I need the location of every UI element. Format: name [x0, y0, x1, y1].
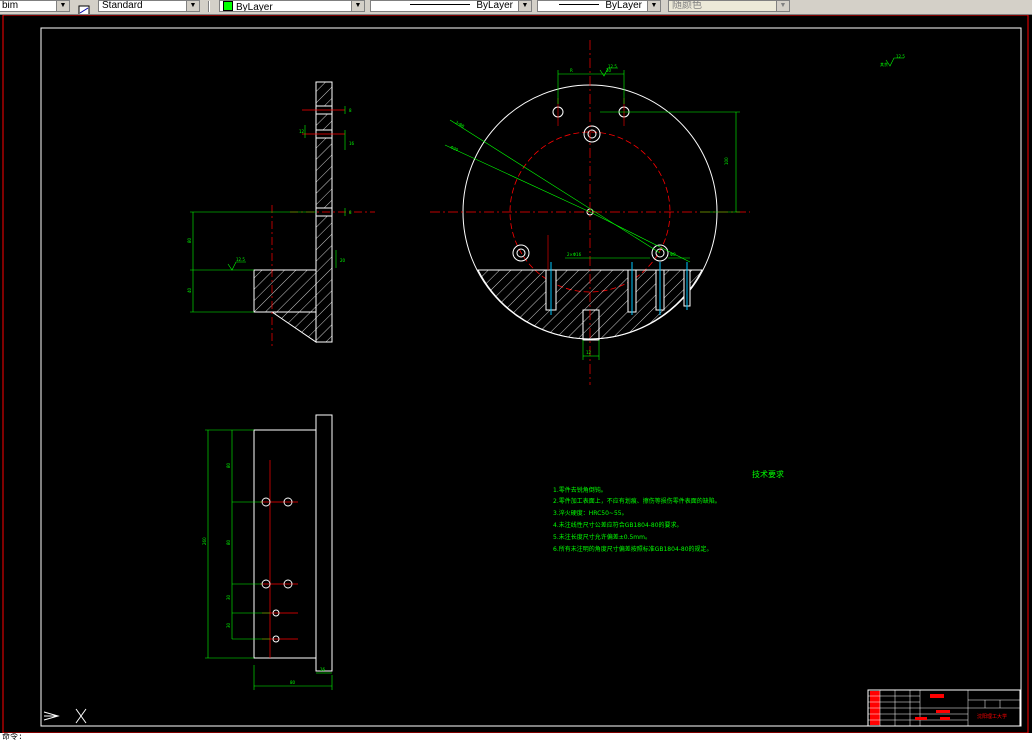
svg-text:80: 80 — [290, 680, 296, 685]
front-elevation-view: 260 80 80 30 30 80 16 — [202, 414, 333, 690]
side-section-view: 80 40 8 16 8 12 20 12.5 — [187, 81, 375, 348]
notes-title: 技术要求 — [752, 469, 784, 479]
outer-sheet-border — [2, 14, 1029, 734]
svg-text:Φ8: Φ8 — [670, 252, 676, 257]
color-value: ByLayer — [236, 2, 273, 12]
plot-style-value: 随颜色 — [672, 0, 702, 11]
svg-text:12: 12 — [299, 129, 305, 134]
technical-requirements: 技术要求 1.零件去锐角倒钝。 2.零件加工表面上，不应有划痕、擦伤等损伤零件表… — [553, 469, 784, 553]
ucs-icon — [43, 708, 87, 724]
linetype-combo[interactable]: ByLayer ▼ — [370, 0, 532, 12]
svg-text:3-Φ8: 3-Φ8 — [455, 120, 466, 129]
note-line: 2.零件加工表面上，不应有划痕、擦伤等损伤零件表面的缺陷。 — [553, 497, 721, 505]
lineweight-preview — [559, 4, 600, 5]
toolbar-separator — [208, 1, 210, 12]
lineweight-value: ByLayer — [605, 0, 642, 11]
svg-text:12.5: 12.5 — [608, 64, 617, 69]
institution-name: 沈阳理工大学 — [977, 713, 1007, 720]
dim-style-value: bim — [2, 0, 19, 11]
linetype-value: ByLayer — [476, 0, 513, 11]
color-swatch-icon — [223, 1, 233, 11]
svg-text:16: 16 — [320, 667, 326, 672]
svg-text:40: 40 — [187, 287, 192, 293]
chevron-down-icon[interactable]: ▼ — [186, 1, 199, 11]
chevron-down-icon: ▼ — [776, 1, 789, 11]
note-line: 1.零件去锐角倒钝。 — [553, 486, 607, 494]
dim-style-icon[interactable] — [78, 1, 90, 14]
text-style-combo[interactable]: Standard ▼ — [98, 0, 200, 12]
svg-text:20: 20 — [340, 258, 346, 263]
svg-text:R: R — [570, 68, 573, 73]
svg-text:30: 30 — [226, 594, 231, 600]
note-line: 4.未注线性尺寸公差应符合GB1804-80的要求。 — [553, 521, 683, 529]
lineweight-combo[interactable]: ByLayer ▼ — [537, 0, 661, 12]
text-style-value: Standard — [102, 0, 143, 11]
svg-text:80: 80 — [226, 539, 231, 545]
linetype-preview — [410, 4, 471, 5]
svg-text:80: 80 — [226, 462, 231, 468]
svg-text:260: 260 — [202, 537, 207, 545]
svg-text:100: 100 — [724, 157, 729, 165]
svg-text:30: 30 — [226, 622, 231, 628]
svg-text:2×Φ16: 2×Φ16 — [567, 252, 582, 257]
plot-style-combo: 随颜色 ▼ — [668, 0, 790, 12]
svg-text:16: 16 — [349, 141, 355, 146]
circular-plan-view: R 30 100 3-Φ8 Φ20 2×Φ16 12 Φ8 12.5 — [430, 40, 750, 385]
note-line: 5.未注长度尺寸允许偏差±0.5mm。 — [553, 533, 651, 541]
drawing-canvas[interactable]: 80 40 8 16 8 12 20 12.5 R 30 100 3-Φ8 Φ2… — [0, 14, 1032, 734]
note-line: 3.淬火硬度：HRC50~55。 — [553, 509, 628, 517]
dim-style-combo[interactable]: bim ▼ — [0, 0, 70, 12]
roughness-value: 12.5 — [896, 54, 905, 59]
svg-text:8: 8 — [349, 210, 352, 215]
title-block: 沈阳理工大学 — [867, 689, 1021, 727]
svg-text:其余: 其余 — [880, 61, 888, 67]
svg-text:8: 8 — [349, 108, 352, 113]
chevron-down-icon[interactable]: ▼ — [56, 1, 69, 11]
properties-toolbar: bim ▼ Standard ▼ ByLayer ▼ ByLayer ▼ ByL… — [0, 0, 1032, 15]
note-line: 6.所有未注明的角度尺寸偏差按照标准GB1804-80的规定。 — [553, 545, 713, 553]
chevron-down-icon[interactable]: ▼ — [351, 1, 364, 11]
general-roughness-mark: 其余 12.5 — [880, 54, 905, 67]
svg-text:80: 80 — [187, 237, 192, 243]
chevron-down-icon[interactable]: ▼ — [647, 1, 660, 11]
svg-text:12: 12 — [586, 350, 592, 355]
chevron-down-icon[interactable]: ▼ — [518, 1, 531, 11]
command-line[interactable]: 命令: — [0, 733, 1032, 742]
color-combo[interactable]: ByLayer ▼ — [219, 0, 365, 12]
inner-drawing-frame — [40, 27, 1022, 727]
surface-roughness-mark: 12.5 — [236, 257, 245, 262]
